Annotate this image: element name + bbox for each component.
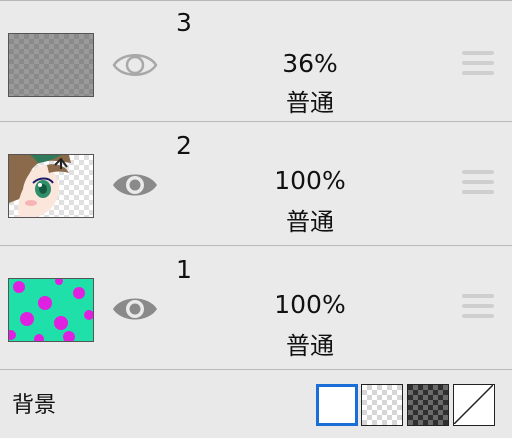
layer-number: 1 (176, 255, 192, 284)
character-sketch-image (9, 155, 71, 217)
eye-icon[interactable] (110, 292, 160, 326)
layer-row-3[interactable]: 3 36% 普通 (0, 0, 512, 122)
layer-blend-mode[interactable]: 普通 (230, 331, 390, 361)
layer-thumbnail[interactable] (8, 278, 94, 342)
layer-opacity[interactable]: 100% (230, 290, 390, 320)
background-dark-checker-swatch[interactable] (407, 384, 449, 426)
layer-thumbnail[interactable] (8, 154, 94, 218)
background-white-swatch[interactable] (316, 384, 358, 426)
background-row: 背景 (0, 372, 512, 438)
layer-opacity[interactable]: 100% (230, 166, 390, 196)
drag-handle-icon[interactable] (462, 51, 494, 79)
drag-handle-icon[interactable] (462, 294, 494, 322)
eye-icon[interactable] (110, 168, 160, 202)
layer-row-2[interactable]: 2 100% 普通 (0, 124, 512, 246)
layer-number: 2 (176, 131, 192, 160)
diagonal-slash-icon (453, 384, 494, 425)
drag-handle-icon[interactable] (462, 170, 494, 198)
eye-hidden-icon[interactable] (110, 48, 160, 82)
layer-row-1[interactable]: 1 100% 普通 (0, 248, 512, 370)
layer-thumbnail[interactable] (8, 33, 94, 97)
background-none-swatch[interactable] (453, 384, 495, 426)
layer-number: 3 (176, 8, 192, 37)
background-label: 背景 (12, 393, 57, 418)
background-light-checker-swatch[interactable] (361, 384, 403, 426)
layer-blend-mode[interactable]: 普通 (230, 207, 390, 237)
layers-panel: 3 36% 普通 2 100% 普通 1 100% 普通 背景 (0, 0, 512, 438)
layer-blend-mode[interactable]: 普通 (230, 88, 390, 118)
dots-pattern-image (9, 279, 93, 341)
layer-opacity[interactable]: 36% (230, 49, 390, 79)
